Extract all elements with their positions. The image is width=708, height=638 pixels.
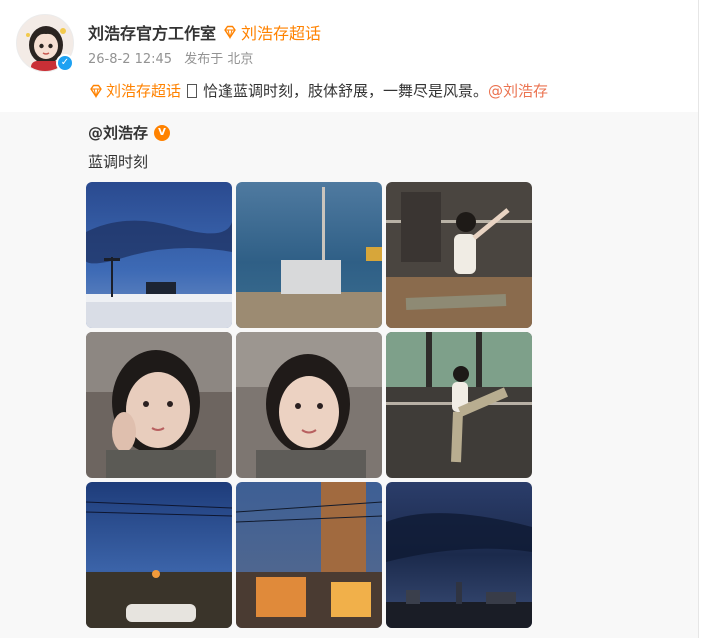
repost-text: 蓝调时刻 [88,153,149,171]
right-divider [698,0,699,638]
supertopic-label: 刘浩存超话 [241,24,322,43]
supertopic-link[interactable]: 刘浩存超话 [222,20,321,44]
verified-badge-icon: ✓ [56,54,74,72]
repost-author[interactable]: @刘浩存 [88,122,148,143]
post-topic-link[interactable]: 刘浩存超话 [88,80,181,101]
image-dusk-sky-streetlamp[interactable] [86,182,232,328]
image-selfie-2[interactable] [236,332,382,478]
repost-author-row: @刘浩存 V [88,122,171,143]
image-dusk-cityscape[interactable] [386,482,532,628]
post-source: 发布于 北京 [184,52,254,67]
repost-card[interactable]: @刘浩存 V 蓝调时刻 [0,112,698,638]
author-name[interactable]: 刘浩存官方工作室 [88,20,216,44]
post-body: 恰逢蓝调时刻，肢体舒展，一舞尽是风景。 [203,82,489,100]
image-grid [86,182,533,629]
mention-link[interactable]: @刘浩存 [488,80,548,101]
image-dusk-street-car[interactable] [86,482,232,628]
verified-v-icon: V [154,124,171,141]
post-header: ✓ 刘浩存官方工作室 刘浩存超话 26-8-2 12:45 发布于 北京 刘浩存… [0,0,698,112]
supertopic-diamond-icon [90,84,102,98]
author-avatar[interactable]: ✓ [16,14,74,72]
post-meta: 26-8-2 12:45 发布于 北京 [88,48,261,67]
post-text: 刘浩存超话 恰逢蓝调时刻，肢体舒展，一舞尽是风景。 @刘浩存 [88,80,548,101]
image-dusk-tower[interactable] [236,182,382,328]
image-selfie-1[interactable] [86,332,232,478]
image-dance-barre-stretch[interactable] [386,332,532,478]
missing-glyph-icon [187,83,198,98]
image-dance-studio-split[interactable] [386,182,532,328]
image-dusk-street-lights[interactable] [236,482,382,628]
supertopic-diamond-icon [224,25,236,40]
post-topic-label: 刘浩存超话 [106,82,182,100]
post-date[interactable]: 26-8-2 12:45 [88,52,172,67]
